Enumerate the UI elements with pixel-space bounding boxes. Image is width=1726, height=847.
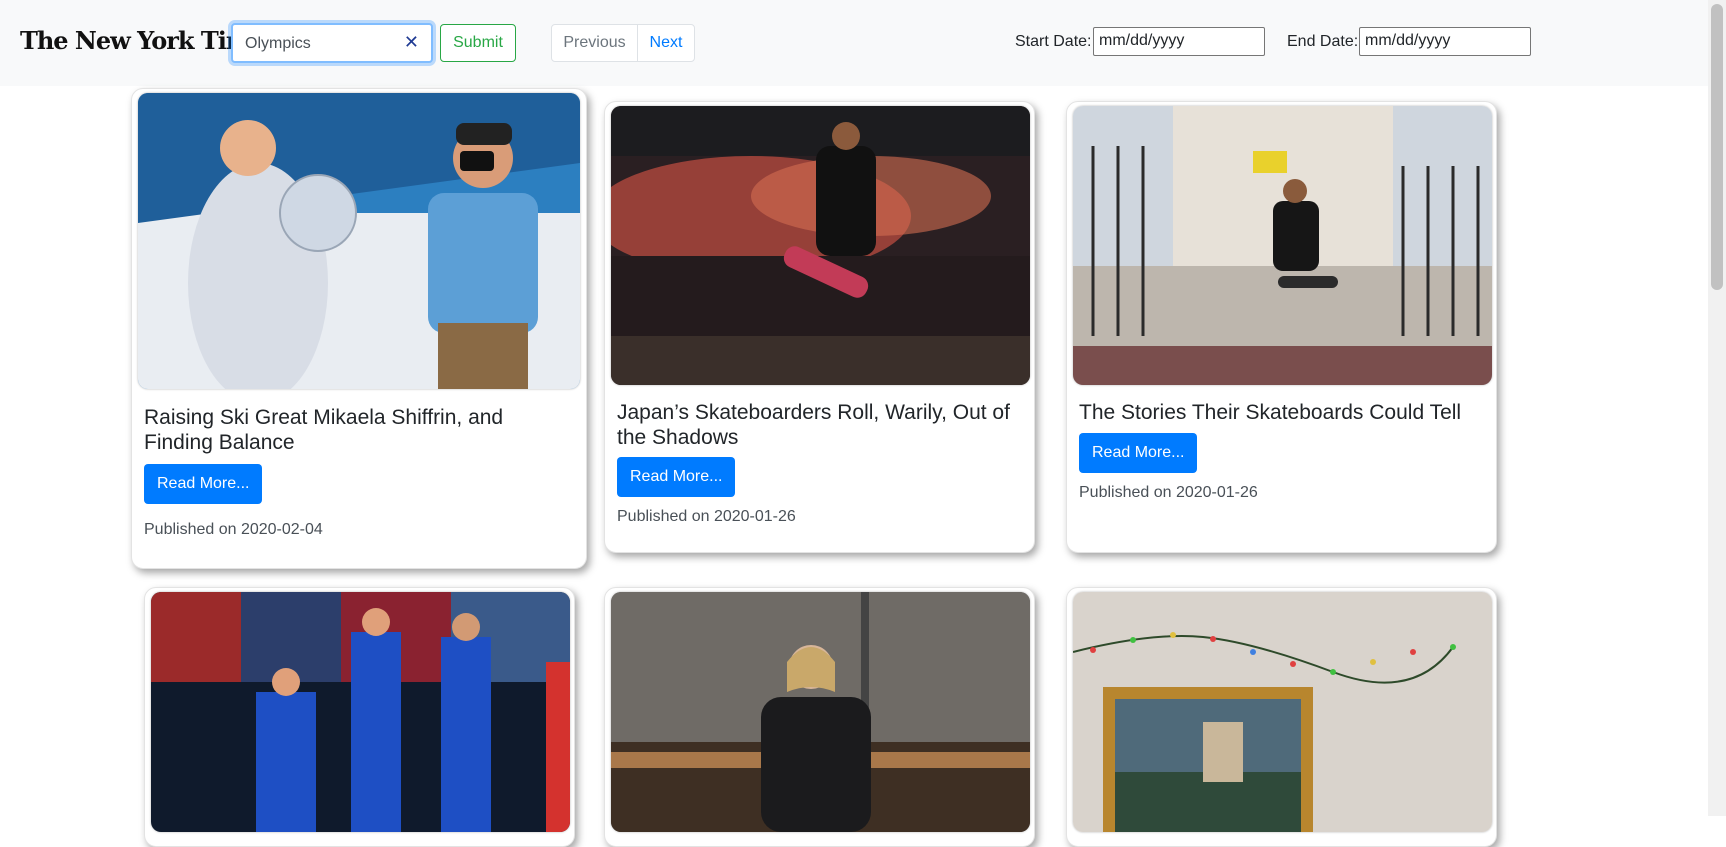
pagination: Previous Next bbox=[551, 24, 695, 62]
article-title: Raising Ski Great Mikaela Shiffrin, and … bbox=[144, 406, 504, 454]
article-card bbox=[1066, 587, 1497, 847]
article-card bbox=[144, 587, 575, 847]
next-page-button[interactable]: Next bbox=[638, 25, 694, 61]
article-image[interactable] bbox=[138, 93, 580, 389]
article-card: Raising Ski Great Mikaela Shiffrin, and … bbox=[131, 88, 587, 569]
end-date-input[interactable]: mm/dd/yyyy bbox=[1359, 27, 1531, 56]
article-title: Japan’s Skateboarders Roll, Warily, Out … bbox=[617, 401, 1010, 449]
published-date: Published on 2020-01-26 bbox=[1079, 484, 1258, 501]
article-image[interactable] bbox=[1073, 106, 1492, 385]
previous-page-button[interactable]: Previous bbox=[552, 25, 638, 61]
ski-photo bbox=[138, 93, 580, 389]
scrollbar-thumb[interactable] bbox=[1711, 4, 1723, 290]
article-title: The Stories Their Skateboards Could Tell bbox=[1079, 401, 1462, 424]
navbar: The New York Times ✕ Submit Previous Nex… bbox=[0, 0, 1708, 86]
close-icon[interactable]: ✕ bbox=[404, 32, 419, 53]
submit-button[interactable]: Submit bbox=[440, 24, 516, 62]
read-more-button[interactable]: Read More... bbox=[144, 464, 263, 504]
portrait-photo bbox=[611, 592, 1030, 832]
article-image[interactable] bbox=[1073, 592, 1492, 832]
read-more-button[interactable]: Read More... bbox=[1079, 433, 1198, 473]
start-date-input[interactable]: mm/dd/yyyy bbox=[1093, 27, 1265, 56]
skateboard-night-photo bbox=[611, 106, 1030, 385]
read-more-button[interactable]: Read More... bbox=[617, 457, 736, 497]
start-date-label: Start Date: bbox=[1015, 33, 1092, 50]
article-card bbox=[604, 587, 1035, 847]
search-field[interactable]: ✕ bbox=[231, 23, 433, 63]
article-card: The Stories Their Skateboards Could Tell… bbox=[1066, 101, 1497, 553]
article-image[interactable] bbox=[151, 592, 570, 832]
search-input[interactable] bbox=[245, 33, 395, 55]
page-scrollbar[interactable] bbox=[1708, 0, 1726, 816]
podium-photo bbox=[151, 592, 570, 832]
skateboard-ledge-photo bbox=[1073, 106, 1492, 385]
painting-lights-photo bbox=[1073, 592, 1492, 832]
published-date: Published on 2020-01-26 bbox=[617, 508, 796, 525]
published-date: Published on 2020-02-04 bbox=[144, 521, 323, 538]
article-image[interactable] bbox=[611, 106, 1030, 385]
article-image[interactable] bbox=[611, 592, 1030, 832]
article-card: Japan’s Skateboarders Roll, Warily, Out … bbox=[604, 101, 1035, 553]
end-date-label: End Date: bbox=[1287, 33, 1359, 50]
